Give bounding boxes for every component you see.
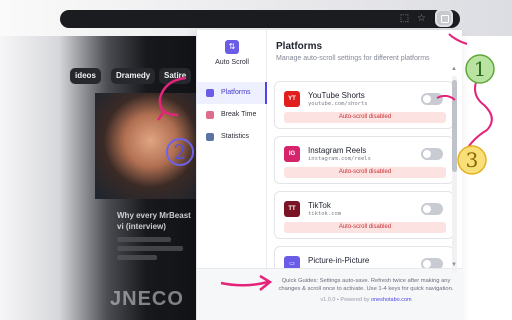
pip-toggle[interactable] [421,258,443,268]
version-label: v1.0.0 • Powered by [320,297,370,303]
youtube-toggle[interactable] [421,93,443,105]
nav-label: Break Time [221,111,257,118]
platform-name: TikTok [308,201,331,210]
video-title[interactable]: Why every MrBeast vi (interview) [117,210,197,232]
star-icon[interactable]: ☆ [416,13,427,24]
video-meta [117,255,157,260]
picture-in-picture-icon: ▭ [284,256,300,268]
category-chip[interactable]: Satire [159,68,192,84]
youtube-icon: YT [284,91,300,107]
quick-guide-text: Quick Guides: Settings auto-save. Refres… [278,278,454,292]
tiktok-toggle[interactable] [421,203,443,215]
brand-name: Auto Scroll [215,59,249,66]
instagram-icon: IG [284,146,300,162]
auto-scroll-logo-icon: ⇅ [225,40,239,54]
status-badge: Auto-scroll disabled [284,222,446,233]
annotation-number: 2 [173,140,187,164]
background-logo: JNECO [110,288,184,310]
scroll-up-icon[interactable]: ▲ [451,66,457,72]
nav-statistics[interactable]: Statistics [197,126,267,148]
auto-scroll-extension-button[interactable] [437,11,451,25]
scroll-down-icon[interactable]: ▼ [451,262,457,268]
category-chip[interactable]: ideos [70,68,101,84]
platform-url: instagram.com/reels [308,156,371,162]
instagram-toggle[interactable] [421,148,443,160]
platform-name: Picture-in-Picture [308,256,370,265]
platform-card-tiktok: TT TikTok tiktok.com Auto-scroll disable… [274,191,454,239]
platforms-panel: Platforms Manage auto-scroll settings fo… [267,30,463,268]
platform-card-pip: ▭ Picture-in-Picture [274,246,454,268]
powered-by-link[interactable]: oneshotabo.com [371,297,412,303]
nav-label: Statistics [221,133,250,140]
platform-card-instagram: IG Instagram Reels instagram.com/reels A… [274,136,454,184]
nav-label: Platforms [221,89,251,96]
coffee-icon [206,111,214,119]
platform-name: YouTube Shorts [308,91,365,100]
clipboard-icon [206,89,214,97]
scrollbar-thumb[interactable] [452,80,457,172]
annotation-number: 1 [473,57,487,81]
platform-url: youtube.com/shorts [308,101,368,107]
version-text: v1.0.0 • Powered by oneshotabo.com [276,297,456,303]
platform-url: tiktok.com [308,211,342,217]
annotation-number: 3 [465,148,479,172]
chart-icon [206,133,214,141]
nav-break-time[interactable]: Break Time [197,104,267,126]
category-chip[interactable]: Dramedy [111,68,156,84]
page-subtitle: Manage auto-scroll settings for differen… [276,55,430,62]
download-icon[interactable]: ⬚ [399,13,410,24]
popup-footer [197,268,463,320]
video-meta [117,246,183,251]
popup-sidebar: ⇅ Auto Scroll Platforms Break Time Stati… [197,30,267,268]
tiktok-icon: TT [284,201,300,217]
video-meta [117,237,171,242]
nav-platforms[interactable]: Platforms [197,82,267,104]
status-badge: Auto-scroll disabled [284,112,446,123]
platform-card-youtube: YT YouTube Shorts youtube.com/shorts Aut… [274,81,454,129]
page-title: Platforms [276,41,323,52]
platform-name: Instagram Reels [308,146,367,155]
status-badge: Auto-scroll disabled [284,167,446,178]
